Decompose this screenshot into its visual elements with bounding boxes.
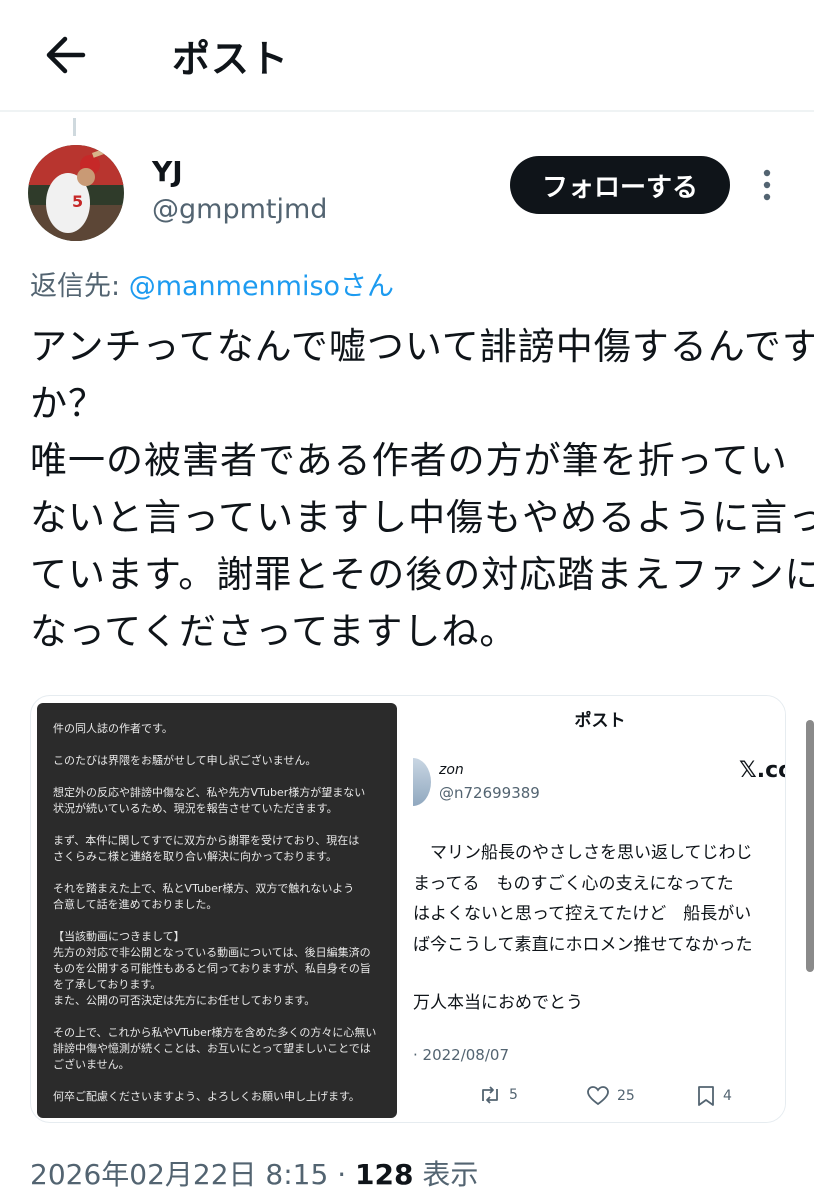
embed-avatar [413, 758, 431, 806]
statement-line: 何卒ご配慮くださいますよう、よろしくお願い申し上げます。 [53, 1090, 360, 1103]
tweet-line: なってくださってますしね。 [30, 610, 518, 653]
tweet-line: アンチってなんで嘘ついて誹謗中傷するんです [30, 325, 814, 368]
embed-author-name: zon [439, 762, 464, 778]
reply-to-prefix: 返信先: [30, 271, 129, 302]
post-timestamp[interactable]: 2026年02月22日 8:15 · [30, 1158, 355, 1191]
bookmark-icon [698, 1086, 714, 1106]
page-title: ポスト [172, 37, 290, 81]
author-avatar[interactable]: 5 [28, 145, 124, 241]
embed-text-line: ば今こうして素直にホロメン推せてなかった [413, 934, 753, 955]
views-label: 表示 [413, 1158, 479, 1191]
post-meta: 2026年02月22日 8:15 · 128 表示 [30, 1153, 478, 1193]
statement-line: を了承しております。 [53, 978, 162, 991]
tweet-line: ないと言っていますし中傷もやめるように言っ [30, 496, 814, 539]
tweet-line: か？ [30, 382, 106, 425]
statement-line: 先方の対応で非公開となっている動画については、後日編集済の [53, 946, 371, 959]
follow-button[interactable]: フォローする [510, 156, 730, 214]
embed-date: · 2022/08/07 [413, 1046, 509, 1064]
author-handle[interactable]: @gmpmtjmd [152, 194, 327, 225]
tweet-text: アンチってなんで嘘ついて誹謗中傷するんです か？ 唯一の被害者である作者の方が筆… [30, 318, 814, 660]
embed-text-line: まってる ものすごく心の支えになってた [413, 873, 734, 894]
statement-line: また、公開の可否決定は先方にお任せしております。 [53, 994, 316, 1007]
embed-tweet-text: マリン船長のやさしさを思い返してじわじ まってる ものすごく心の支えになってた … [413, 838, 753, 960]
more-options-button[interactable] [752, 162, 782, 208]
statement-line: 想定外の反応や誹謗中傷など、私や先方VTuber様方が望まない [53, 786, 366, 799]
embed-text-line: マリン船長のやさしさを思い返してじわじ [413, 843, 753, 863]
statement-line: ございません。 [53, 1058, 130, 1071]
top-bar: ポスト [0, 0, 814, 112]
statement-line: まず、本件に関してすでに双方から謝罪を受けており、現在は [53, 834, 360, 847]
tweet-line: ています。謝罪とその後の対応踏まえファンに [30, 553, 814, 596]
statement-line: 状況が続いているため、現況を報告させていただきます。 [53, 802, 338, 815]
media-image-statement[interactable]: 件の同人誌の作者です。 このたびは界隈をお騒がせして申し訳ございません。 想定外… [37, 703, 397, 1118]
statement-line: 誹謗中傷や憶測が続くことは、お互いにとって望ましいことでは [53, 1042, 371, 1055]
statement-line: 【当該動画につきまして】 [53, 930, 185, 943]
statement-line: それを踏まえた上で、私とVTuber様方、双方で触れないよう [53, 882, 355, 895]
reply-mention-link[interactable]: @manmenmisoさん [129, 271, 394, 302]
author-display-name[interactable]: YJ [152, 155, 183, 188]
embed-like: 25 [587, 1086, 635, 1106]
like-count: 25 [617, 1088, 635, 1104]
statement-line: さくらみこ様と連絡を取り合い解決に向かっております。 [53, 850, 338, 863]
jersey-number-text: 5 [72, 192, 83, 211]
back-arrow-icon [46, 36, 86, 74]
bookmark-count: 4 [723, 1088, 732, 1104]
statement-line: ものを公開する可能性もあると伺っておりますが、私自身その旨 [53, 962, 371, 975]
baseball-player-avatar-image: 5 [28, 145, 124, 241]
embed-author-handle: @n72699389 [439, 784, 540, 802]
media-image-screenshot[interactable]: ポスト zon @n72699389 𝕏.co マリン船長のやさしさを思い返して… [413, 696, 785, 1122]
embed-retweet: 5 [479, 1086, 518, 1104]
embed-page-title: ポスト [574, 711, 626, 731]
retweet-icon [482, 1086, 498, 1104]
embed-text-line: はよくないと思って控えてたけど 船長がい [413, 904, 752, 924]
embed-x-logo: 𝕏.co [739, 758, 785, 783]
scrollbar[interactable] [806, 720, 814, 972]
views-count: 128 [355, 1158, 414, 1191]
retweet-count: 5 [509, 1087, 518, 1103]
back-button[interactable] [40, 30, 90, 80]
thread-connector-line [73, 118, 76, 136]
statement-line: 件の同人誌の作者です。 [53, 722, 173, 735]
attached-media: 件の同人誌の作者です。 このたびは界隈をお騒がせして申し訳ございません。 想定外… [30, 695, 786, 1123]
embed-bookmark: 4 [697, 1086, 732, 1106]
embed-congrats-line: 万人本当におめでとう [413, 993, 583, 1013]
statement-line: その上で、これから私やVTuber様方を含めた多くの方々に心無い [53, 1026, 377, 1039]
reply-to-label: 返信先: @manmenmisoさん [30, 264, 394, 303]
more-vertical-icon [763, 169, 771, 201]
statement-line: 合意して話を進めておりました。 [53, 898, 218, 911]
embed-action-bar: 5 25 4 [479, 1086, 779, 1110]
heart-icon [587, 1086, 609, 1106]
tweet-line: 唯一の被害者である作者の方が筆を折ってい [30, 439, 788, 482]
statement-line: このたびは界隈をお騒がせして申し訳ございません。 [53, 754, 317, 767]
